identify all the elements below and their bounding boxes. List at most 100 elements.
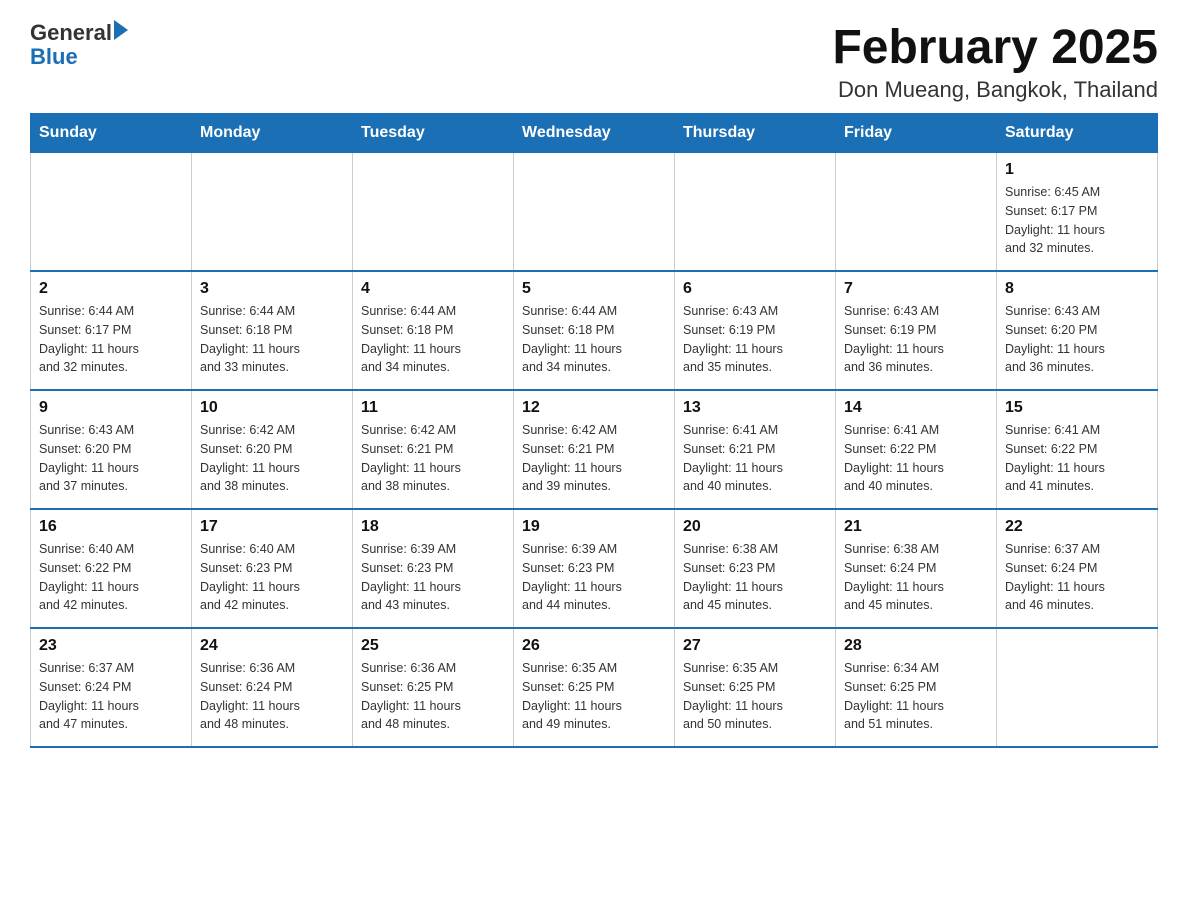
- day-info: Sunrise: 6:42 AM Sunset: 6:21 PM Dayligh…: [361, 421, 505, 496]
- col-thursday: Thursday: [675, 114, 836, 153]
- day-info: Sunrise: 6:44 AM Sunset: 6:18 PM Dayligh…: [522, 302, 666, 377]
- calendar-day-cell: 11 Sunrise: 6:42 AM Sunset: 6:21 PM Dayli…: [353, 390, 514, 509]
- calendar-day-cell: 16 Sunrise: 6:40 AM Sunset: 6:22 PM Dayli…: [31, 509, 192, 628]
- day-info: Sunrise: 6:37 AM Sunset: 6:24 PM Dayligh…: [39, 659, 183, 734]
- day-number: 13: [683, 399, 827, 417]
- calendar-day-cell: 4 Sunrise: 6:44 AM Sunset: 6:18 PM Daylig…: [353, 271, 514, 390]
- calendar-day-cell: [997, 628, 1158, 747]
- col-tuesday: Tuesday: [353, 114, 514, 153]
- calendar-day-cell: 14 Sunrise: 6:41 AM Sunset: 6:22 PM Dayli…: [836, 390, 997, 509]
- day-number: 24: [200, 637, 344, 655]
- day-number: 20: [683, 518, 827, 536]
- col-wednesday: Wednesday: [514, 114, 675, 153]
- calendar-day-cell: 13 Sunrise: 6:41 AM Sunset: 6:21 PM Dayli…: [675, 390, 836, 509]
- day-info: Sunrise: 6:40 AM Sunset: 6:22 PM Dayligh…: [39, 540, 183, 615]
- day-info: Sunrise: 6:42 AM Sunset: 6:21 PM Dayligh…: [522, 421, 666, 496]
- day-number: 23: [39, 637, 183, 655]
- calendar-week-row: 23 Sunrise: 6:37 AM Sunset: 6:24 PM Dayli…: [31, 628, 1158, 747]
- calendar-day-cell: 2 Sunrise: 6:44 AM Sunset: 6:17 PM Daylig…: [31, 271, 192, 390]
- day-number: 28: [844, 637, 988, 655]
- day-info: Sunrise: 6:43 AM Sunset: 6:20 PM Dayligh…: [39, 421, 183, 496]
- day-number: 11: [361, 399, 505, 417]
- day-number: 22: [1005, 518, 1149, 536]
- logo-general-text: General: [30, 20, 112, 46]
- day-info: Sunrise: 6:44 AM Sunset: 6:17 PM Dayligh…: [39, 302, 183, 377]
- day-info: Sunrise: 6:38 AM Sunset: 6:23 PM Dayligh…: [683, 540, 827, 615]
- calendar-table: Sunday Monday Tuesday Wednesday Thursday…: [30, 113, 1158, 748]
- day-number: 17: [200, 518, 344, 536]
- day-info: Sunrise: 6:36 AM Sunset: 6:24 PM Dayligh…: [200, 659, 344, 734]
- calendar-day-cell: 24 Sunrise: 6:36 AM Sunset: 6:24 PM Dayli…: [192, 628, 353, 747]
- day-number: 15: [1005, 399, 1149, 417]
- calendar-day-cell: 27Sunrise: 6:35 AM Sunset: 6:25 PM Dayli…: [675, 628, 836, 747]
- col-friday: Friday: [836, 114, 997, 153]
- day-number: 3: [200, 280, 344, 298]
- day-number: 10: [200, 399, 344, 417]
- day-info: Sunrise: 6:35 AM Sunset: 6:25 PM Dayligh…: [683, 659, 827, 734]
- calendar-day-cell: 28Sunrise: 6:34 AM Sunset: 6:25 PM Dayli…: [836, 628, 997, 747]
- calendar-day-cell: 25 Sunrise: 6:36 AM Sunset: 6:25 PM Dayli…: [353, 628, 514, 747]
- day-info: Sunrise: 6:37 AM Sunset: 6:24 PM Dayligh…: [1005, 540, 1149, 615]
- day-info: Sunrise: 6:41 AM Sunset: 6:21 PM Dayligh…: [683, 421, 827, 496]
- day-info: Sunrise: 6:38 AM Sunset: 6:24 PM Dayligh…: [844, 540, 988, 615]
- calendar-day-cell: 8 Sunrise: 6:43 AM Sunset: 6:20 PM Daylig…: [997, 271, 1158, 390]
- col-monday: Monday: [192, 114, 353, 153]
- day-info: Sunrise: 6:43 AM Sunset: 6:20 PM Dayligh…: [1005, 302, 1149, 377]
- day-info: Sunrise: 6:44 AM Sunset: 6:18 PM Dayligh…: [200, 302, 344, 377]
- day-number: 8: [1005, 280, 1149, 298]
- col-sunday: Sunday: [31, 114, 192, 153]
- calendar-day-cell: [675, 153, 836, 272]
- calendar-day-cell: [192, 153, 353, 272]
- day-info: Sunrise: 6:39 AM Sunset: 6:23 PM Dayligh…: [522, 540, 666, 615]
- calendar-week-row: 2 Sunrise: 6:44 AM Sunset: 6:17 PM Daylig…: [31, 271, 1158, 390]
- calendar-day-cell: 21 Sunrise: 6:38 AM Sunset: 6:24 PM Dayli…: [836, 509, 997, 628]
- day-info: Sunrise: 6:44 AM Sunset: 6:18 PM Dayligh…: [361, 302, 505, 377]
- day-number: 19: [522, 518, 666, 536]
- day-number: 9: [39, 399, 183, 417]
- calendar-day-cell: 6Sunrise: 6:43 AM Sunset: 6:19 PM Daylig…: [675, 271, 836, 390]
- calendar-day-cell: [514, 153, 675, 272]
- day-info: Sunrise: 6:43 AM Sunset: 6:19 PM Dayligh…: [844, 302, 988, 377]
- calendar-header-row: Sunday Monday Tuesday Wednesday Thursday…: [31, 114, 1158, 153]
- page-header: General Blue February 2025 Don Mueang, B…: [30, 20, 1158, 103]
- day-number: 16: [39, 518, 183, 536]
- calendar-day-cell: 10 Sunrise: 6:42 AM Sunset: 6:20 PM Dayli…: [192, 390, 353, 509]
- calendar-day-cell: 15 Sunrise: 6:41 AM Sunset: 6:22 PM Dayli…: [997, 390, 1158, 509]
- day-info: Sunrise: 6:41 AM Sunset: 6:22 PM Dayligh…: [844, 421, 988, 496]
- day-number: 26: [522, 637, 666, 655]
- calendar-day-cell: 5 Sunrise: 6:44 AM Sunset: 6:18 PM Daylig…: [514, 271, 675, 390]
- day-number: 1: [1005, 161, 1149, 179]
- day-number: 21: [844, 518, 988, 536]
- title-block: February 2025 Don Mueang, Bangkok, Thail…: [832, 20, 1158, 103]
- day-info: Sunrise: 6:40 AM Sunset: 6:23 PM Dayligh…: [200, 540, 344, 615]
- day-number: 14: [844, 399, 988, 417]
- calendar-day-cell: 3 Sunrise: 6:44 AM Sunset: 6:18 PM Daylig…: [192, 271, 353, 390]
- calendar-day-cell: 1 Sunrise: 6:45 AM Sunset: 6:17 PM Daylig…: [997, 153, 1158, 272]
- logo-blue-text: Blue: [30, 46, 128, 68]
- calendar-day-cell: 26 Sunrise: 6:35 AM Sunset: 6:25 PM Dayli…: [514, 628, 675, 747]
- day-number: 18: [361, 518, 505, 536]
- calendar-day-cell: 7 Sunrise: 6:43 AM Sunset: 6:19 PM Daylig…: [836, 271, 997, 390]
- day-number: 5: [522, 280, 666, 298]
- month-title: February 2025: [832, 20, 1158, 75]
- calendar-day-cell: 23 Sunrise: 6:37 AM Sunset: 6:24 PM Dayli…: [31, 628, 192, 747]
- day-info: Sunrise: 6:45 AM Sunset: 6:17 PM Dayligh…: [1005, 183, 1149, 258]
- calendar-week-row: 16 Sunrise: 6:40 AM Sunset: 6:22 PM Dayli…: [31, 509, 1158, 628]
- col-saturday: Saturday: [997, 114, 1158, 153]
- day-number: 7: [844, 280, 988, 298]
- calendar-day-cell: 9 Sunrise: 6:43 AM Sunset: 6:20 PM Daylig…: [31, 390, 192, 509]
- day-info: Sunrise: 6:35 AM Sunset: 6:25 PM Dayligh…: [522, 659, 666, 734]
- day-info: Sunrise: 6:42 AM Sunset: 6:20 PM Dayligh…: [200, 421, 344, 496]
- calendar-day-cell: [836, 153, 997, 272]
- day-number: 25: [361, 637, 505, 655]
- calendar-day-cell: 22 Sunrise: 6:37 AM Sunset: 6:24 PM Dayli…: [997, 509, 1158, 628]
- day-info: Sunrise: 6:39 AM Sunset: 6:23 PM Dayligh…: [361, 540, 505, 615]
- logo: General Blue: [30, 20, 128, 68]
- day-number: 6: [683, 280, 827, 298]
- calendar-day-cell: 19 Sunrise: 6:39 AM Sunset: 6:23 PM Dayli…: [514, 509, 675, 628]
- day-number: 2: [39, 280, 183, 298]
- day-number: 4: [361, 280, 505, 298]
- day-info: Sunrise: 6:36 AM Sunset: 6:25 PM Dayligh…: [361, 659, 505, 734]
- day-info: Sunrise: 6:41 AM Sunset: 6:22 PM Dayligh…: [1005, 421, 1149, 496]
- logo-arrow-icon: [114, 20, 128, 40]
